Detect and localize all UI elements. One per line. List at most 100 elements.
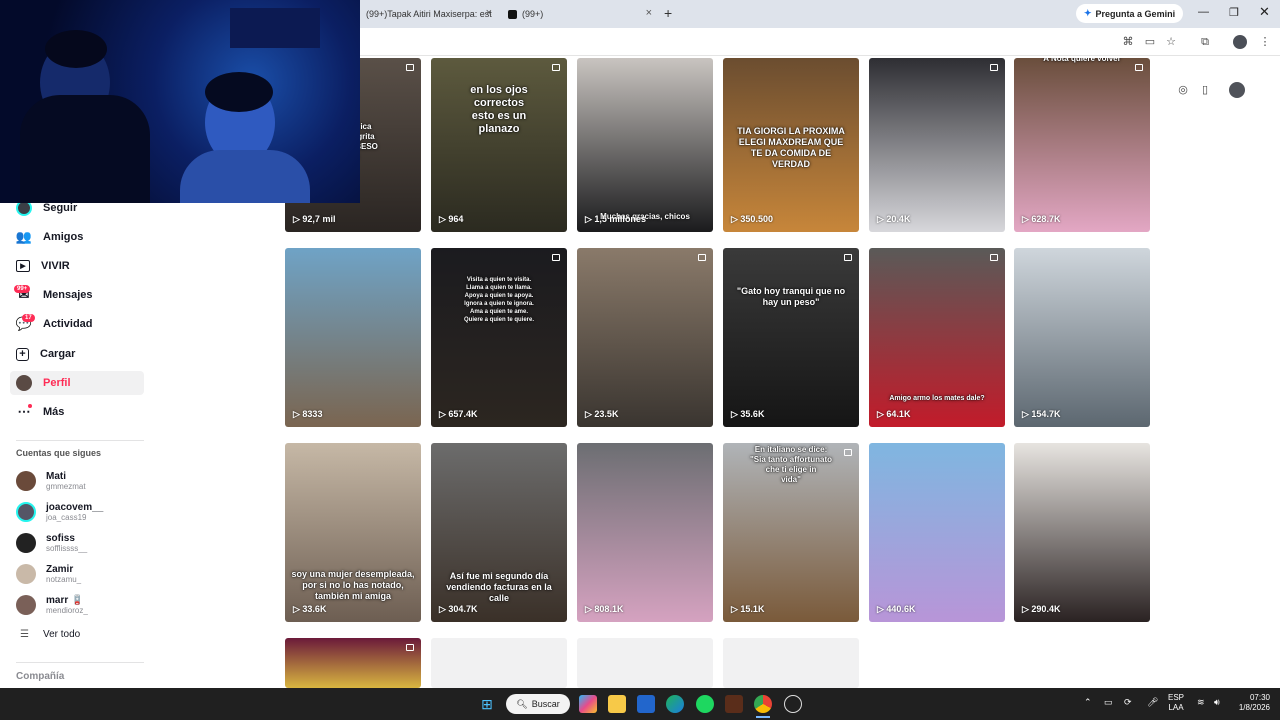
minimize-icon[interactable]: — <box>1198 6 1209 18</box>
language-indicator[interactable]: ESP LAA <box>1168 693 1184 713</box>
kebab-menu-icon[interactable]: ⋮ <box>1258 35 1272 49</box>
video-tile[interactable]: ▷ 440.6K <box>869 443 1005 622</box>
sidebar-item-amigos[interactable]: 👥 Amigos <box>16 225 83 249</box>
wifi-icon[interactable]: ≋ <box>1197 697 1205 708</box>
window-close-icon[interactable]: ✕ <box>1259 4 1270 20</box>
video-tile-placeholder <box>723 638 859 688</box>
following-account[interactable]: marr 🪫 mendioroz_ <box>16 592 88 618</box>
play-icon: ▷ <box>439 214 449 224</box>
play-icon: ▷ <box>293 604 303 614</box>
sidebar-item-cargar[interactable]: + Cargar <box>16 342 75 366</box>
new-tab-button[interactable]: + <box>664 5 672 21</box>
video-tile[interactable]: ▷ 8333 <box>285 248 421 427</box>
following-account[interactable]: sofiss sofflissss__ <box>16 530 87 556</box>
sidebar-item-label: Cargar <box>40 348 76 360</box>
video-tile-placeholder <box>431 638 567 688</box>
usb-icon[interactable]: ▭ <box>1104 697 1113 708</box>
spotify-icon[interactable] <box>696 695 714 713</box>
video-tile[interactable]: En italiano se dice: "Sia tanto affortun… <box>723 443 859 622</box>
video-caption: Visita a quien te visita. Llama a quien … <box>463 277 535 323</box>
view-count: ▷ 154.7K <box>1022 409 1060 420</box>
store-icon[interactable] <box>637 695 655 713</box>
list-icon: ☰ <box>20 629 29 640</box>
play-icon: ▷ <box>1022 409 1032 419</box>
video-caption: Amigo armo los mates dale? <box>889 395 985 402</box>
profile-icon <box>16 375 32 391</box>
view-count-value: 964 <box>448 214 464 224</box>
video-tile[interactable]: en los ojos correctos esto es un planazo… <box>431 58 567 232</box>
video-tile[interactable] <box>285 638 421 688</box>
view-count: ▷ 290.4K <box>1022 604 1060 615</box>
view-count-value: 92,7 mil <box>302 214 336 224</box>
gemini-button[interactable]: ✦ Pregunta a Gemini <box>1076 4 1184 23</box>
bookmark-star-icon[interactable]: ☆ <box>1164 35 1178 49</box>
sidebar-item-perfil[interactable]: Perfil <box>10 371 144 395</box>
avatar <box>16 533 36 553</box>
browser-profile-avatar[interactable] <box>1233 35 1247 49</box>
browser-tab-2[interactable]: (99+) × <box>502 4 660 24</box>
company-link[interactable]: Compañía <box>16 671 64 682</box>
tab-close-icon[interactable]: × <box>646 7 652 19</box>
video-tile[interactable]: A Nota quiere volver ▷ 628.7K <box>1014 58 1150 232</box>
copilot-icon[interactable] <box>579 695 597 713</box>
video-tile[interactable]: Amigo armo los mates dale? ▷ 64.1K <box>869 248 1005 427</box>
view-count: ▷ 35.6K <box>731 409 764 420</box>
account-name: joacovem__ <box>46 502 104 513</box>
video-tile[interactable]: ▷ 23.5K <box>577 248 713 427</box>
sidebar-item-label: Amigos <box>43 231 84 243</box>
view-count: ▷ 304.7K <box>439 604 477 615</box>
windows-start-icon[interactable]: ⊞ <box>478 695 496 713</box>
microphone-icon[interactable]: 🎤︎ <box>1147 697 1158 708</box>
following-account[interactable]: Zamir notzamu_ <box>16 561 81 587</box>
video-tile[interactable]: Visita a quien te visita. Llama a quien … <box>431 248 567 427</box>
view-count: ▷ 628.7K <box>1022 214 1060 225</box>
view-count-value: 1,5 millones <box>594 214 646 224</box>
following-account[interactable]: Mati gmmezmat <box>16 468 86 494</box>
taskbar-clock[interactable]: 07:30 1/8/2026 <box>1232 693 1270 713</box>
volume-icon[interactable]: 🔊︎ <box>1214 697 1220 708</box>
video-tile[interactable]: ▷ 154.7K <box>1014 248 1150 427</box>
play-icon: ▷ <box>585 409 595 419</box>
carousel-icon <box>406 644 414 651</box>
sync-icon[interactable]: ⟳ <box>1124 697 1132 708</box>
extensions-icon[interactable]: ⧉ <box>1198 35 1212 49</box>
video-tile[interactable]: "Gato hoy tranqui que no hay un peso" ▷ 3… <box>723 248 859 427</box>
phone-icon[interactable]: ▯ <box>1197 82 1213 98</box>
video-tile[interactable]: TIA GIORGI LA PROXIMA ELEGI MAXDREAM QUE… <box>723 58 859 232</box>
view-count: ▷ 64.1K <box>877 409 910 420</box>
carousel-icon <box>844 254 852 261</box>
tab-label: (99+) <box>522 9 544 19</box>
sidebar-item-mas[interactable]: ⋯ Más <box>16 400 64 424</box>
translate-icon[interactable]: ⌘ <box>1121 35 1135 49</box>
user-avatar[interactable] <box>1229 82 1245 98</box>
sidebar-item-vivir[interactable]: ▶ VIVIR <box>16 254 70 278</box>
tab-close-icon[interactable]: × <box>486 7 492 19</box>
view-count-value: 15.1K <box>740 604 765 614</box>
video-tile[interactable]: soy una mujer desempleada, por si no lo … <box>285 443 421 622</box>
tray-chevron-icon[interactable]: ⌃ <box>1084 697 1092 708</box>
video-caption: TIA GIORGI LA PROXIMA ELEGI MAXDREAM QUE… <box>737 126 845 169</box>
video-tile[interactable]: ▷ 808.1K <box>577 443 713 622</box>
view-count-value: 808.1K <box>594 604 624 614</box>
game-icon[interactable] <box>725 695 743 713</box>
maximize-icon[interactable]: ❐ <box>1229 6 1239 19</box>
video-tile[interactable]: ▷ 290.4K <box>1014 443 1150 622</box>
taskbar-search[interactable]: 🔍︎ Buscar <box>506 694 570 714</box>
chrome-icon[interactable] <box>754 695 772 713</box>
view-count: ▷ 657.4K <box>439 409 477 420</box>
cast-icon[interactable]: ▭ <box>1143 35 1157 49</box>
file-explorer-icon[interactable] <box>608 695 626 713</box>
video-tile[interactable]: Muchas gracias, chicos ▷ 1,5 millones <box>577 58 713 232</box>
edge-icon[interactable] <box>666 695 684 713</box>
sidebar-item-label: Mensajes <box>43 289 93 301</box>
video-tile[interactable]: Así fue mi segundo día vendiendo factura… <box>431 443 567 622</box>
browser-tab-1[interactable]: (99+)Tapak Aitiri Maxiserpa: est × <box>360 4 500 24</box>
obs-icon[interactable] <box>784 695 802 713</box>
see-all-link[interactable]: ☰ Ver todo <box>20 629 80 640</box>
compass-icon[interactable]: ◎ <box>1175 82 1191 98</box>
following-account[interactable]: joacovem__ joa_cass19 <box>16 499 103 525</box>
video-tile[interactable]: ▷ 20.4K <box>869 58 1005 232</box>
search-icon: 🔍︎ <box>516 698 528 709</box>
view-count-value: 23.5K <box>594 409 619 419</box>
upload-icon: + <box>16 347 29 361</box>
